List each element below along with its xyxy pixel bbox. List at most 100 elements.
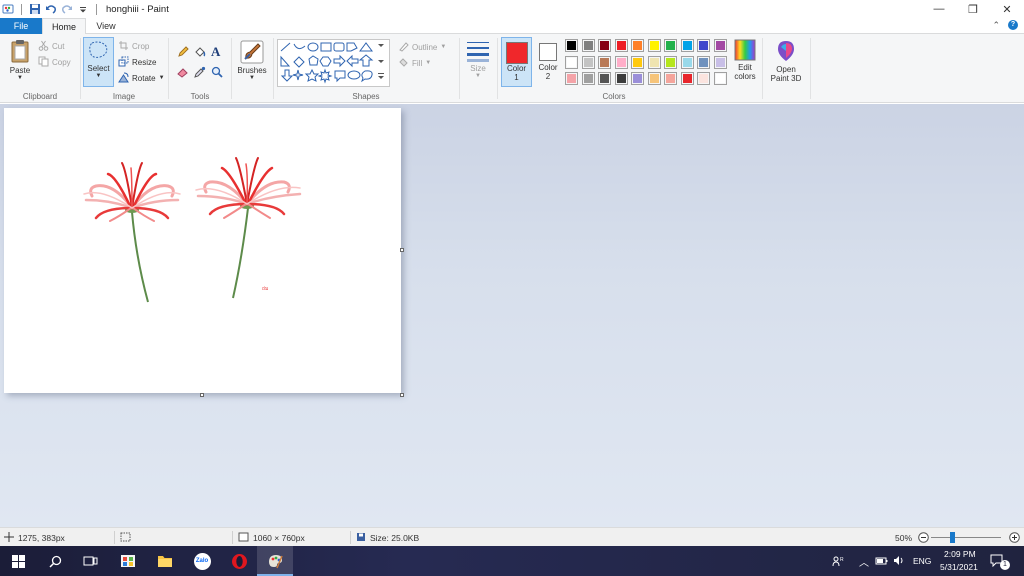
input-language[interactable]: ENG	[913, 556, 931, 566]
color1-button[interactable]: Color 1	[501, 37, 532, 87]
resize-button[interactable]: Resize	[118, 55, 156, 69]
taskbar-zalo[interactable]: Zalo	[184, 546, 220, 576]
help-icon[interactable]: ?	[1008, 20, 1018, 30]
paint-app-icon[interactable]	[2, 3, 14, 15]
undo-icon[interactable]	[45, 3, 57, 15]
zoom-in-button[interactable]	[1009, 528, 1020, 547]
crop-button[interactable]: Crop	[118, 39, 149, 53]
palette-swatch[interactable]	[680, 55, 694, 69]
edit-colors-label-1: Edit	[738, 63, 752, 72]
eraser-icon[interactable]	[177, 66, 189, 80]
palette-swatch[interactable]	[680, 39, 694, 52]
customize-qat-icon[interactable]	[77, 3, 89, 15]
minimize-button[interactable]: —	[922, 0, 956, 18]
fill-button[interactable]: Fill ▼	[398, 56, 431, 70]
outline-button[interactable]: Outline ▼	[398, 40, 446, 54]
palette-swatch[interactable]	[664, 55, 677, 69]
search-button[interactable]	[37, 546, 73, 576]
task-view-button[interactable]	[72, 546, 108, 576]
palette-swatch[interactable]	[664, 72, 677, 85]
collapse-ribbon-icon[interactable]: ⌃	[992, 20, 1000, 31]
tab-file[interactable]: File	[0, 18, 42, 34]
palette-swatch[interactable]	[697, 55, 710, 69]
palette-swatch[interactable]	[713, 55, 727, 69]
zoom-slider-track[interactable]	[931, 537, 1001, 538]
clock-date[interactable]: 5/31/2021	[940, 562, 978, 572]
brushes-dropdown-icon: ▼	[249, 75, 255, 81]
volume-icon[interactable]	[893, 555, 906, 568]
palette-swatch[interactable]	[598, 72, 611, 85]
pencil-icon[interactable]	[177, 46, 189, 60]
open-paint3d-button[interactable]: Open Paint 3D	[766, 39, 806, 83]
image-group-label: Image	[112, 92, 136, 101]
shapes-gallery[interactable]	[277, 39, 390, 87]
palette-swatch[interactable]	[565, 72, 578, 85]
palette-swatch[interactable]	[565, 55, 578, 69]
palette-swatch[interactable]	[614, 72, 628, 85]
palette-swatch[interactable]	[713, 39, 727, 52]
palette-swatch[interactable]	[581, 55, 595, 69]
status-separator	[232, 531, 233, 544]
taskbar-paint[interactable]	[257, 546, 293, 576]
taskbar-file-explorer[interactable]	[147, 546, 183, 576]
canvas-resize-handle-bottom[interactable]	[200, 393, 204, 397]
palette-swatch[interactable]	[697, 39, 710, 52]
palette-swatch[interactable]	[614, 39, 628, 52]
size-button[interactable]: Size ▼	[463, 40, 493, 79]
palette-swatch[interactable]	[581, 39, 595, 52]
drawing-canvas[interactable]: ถ่ม	[4, 108, 404, 397]
tab-view[interactable]: View	[86, 18, 126, 34]
canvas-resize-handle-right[interactable]	[400, 248, 404, 252]
rotate-button[interactable]: Rotate ▼	[118, 71, 165, 85]
select-button[interactable]: Select ▼	[83, 37, 114, 87]
palette-swatch[interactable]	[598, 39, 611, 52]
palette-swatch[interactable]	[713, 72, 727, 85]
taskbar-opera[interactable]	[221, 546, 257, 576]
palette-swatch-color	[682, 41, 692, 50]
brushes-button[interactable]: Brushes ▼	[235, 40, 269, 81]
palette-swatch[interactable]	[631, 39, 644, 52]
edit-colors-button[interactable]: Edit colors	[731, 39, 759, 81]
paint3d-icon	[775, 39, 797, 65]
people-icon[interactable]: R	[832, 555, 844, 569]
battery-icon[interactable]	[875, 555, 888, 568]
save-icon[interactable]	[29, 3, 41, 15]
redo-icon[interactable]	[61, 3, 73, 15]
palette-swatch[interactable]	[598, 55, 611, 69]
start-button[interactable]	[0, 546, 36, 576]
paste-button[interactable]: Paste ▼	[6, 38, 34, 81]
copy-button[interactable]: Copy	[38, 55, 71, 69]
color-picker-icon[interactable]	[194, 66, 206, 80]
palette-swatch[interactable]	[614, 55, 628, 69]
close-button[interactable]: ✕	[990, 0, 1024, 18]
palette-swatch[interactable]	[631, 72, 644, 85]
palette-swatch[interactable]	[647, 39, 661, 52]
palette-swatch[interactable]	[680, 72, 694, 85]
text-tool-icon[interactable]: A	[211, 44, 220, 60]
taskbar-app-store[interactable]	[110, 546, 146, 576]
palette-swatch[interactable]	[581, 72, 595, 85]
palette-swatch[interactable]	[631, 55, 644, 69]
show-hidden-icons-icon[interactable]: ︿	[859, 554, 869, 569]
palette-swatch-color	[715, 57, 725, 67]
palette-swatch[interactable]	[647, 55, 661, 69]
palette-swatch[interactable]	[647, 72, 661, 85]
magnifier-icon[interactable]	[211, 66, 223, 80]
restore-button[interactable]: ❐	[956, 0, 990, 18]
palette-swatch[interactable]	[664, 39, 677, 52]
select-icon	[87, 40, 111, 64]
color2-button[interactable]: Color 2	[535, 37, 561, 87]
canvas-workspace[interactable]: ถ่ม	[0, 104, 1024, 527]
zoom-slider-thumb[interactable]	[950, 532, 955, 543]
palette-swatch[interactable]	[697, 72, 710, 85]
fill-bucket-icon[interactable]	[194, 46, 206, 60]
canvas-signature: ถ่ม	[262, 286, 268, 292]
clock-time[interactable]: 2:09 PM	[944, 549, 976, 559]
zoom-out-button[interactable]	[918, 528, 929, 547]
cut-button[interactable]: Cut	[38, 39, 64, 53]
canvas-resize-handle-corner[interactable]	[400, 393, 404, 397]
ribbon-separator	[810, 38, 811, 99]
palette-swatch[interactable]	[565, 39, 578, 52]
tab-home[interactable]: Home	[42, 18, 86, 35]
palette-swatch-color	[633, 41, 642, 50]
